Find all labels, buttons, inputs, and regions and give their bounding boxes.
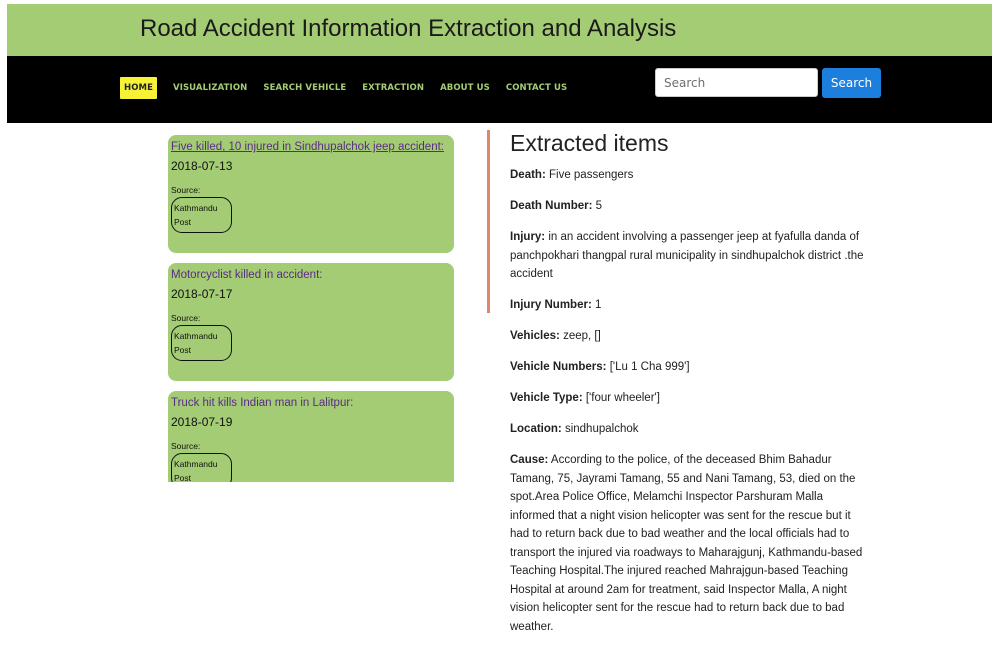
field-vehicles: Vehicles: zeep, [] <box>510 327 870 346</box>
nav-extraction[interactable]: EXTRACTION <box>362 83 424 93</box>
news-date: 2018-07-13 <box>171 159 233 173</box>
field-label: Death: <box>510 169 546 181</box>
field-injury-number: Injury Number: 1 <box>510 296 870 315</box>
section-divider <box>487 130 490 313</box>
field-label: Vehicle Numbers: <box>510 361 607 373</box>
source-line: Post <box>174 345 192 355</box>
field-value: According to the police, of the deceased… <box>510 454 863 633</box>
field-value: sindhupalchok <box>564 423 639 435</box>
nav-links: HOME VISUALIZATION SEARCH VEHICLE EXTRAC… <box>120 77 583 99</box>
field-label: Injury Number: <box>510 299 592 311</box>
field-value: zeep, [] <box>563 330 601 342</box>
source-line: Kathmandu <box>174 203 218 213</box>
news-source-badge: Kathmandu Post <box>171 453 232 482</box>
field-label: Location: <box>510 423 562 435</box>
page-title: Road Accident Information Extraction and… <box>140 15 677 42</box>
field-label: Vehicle Type: <box>510 392 583 404</box>
nav-contact-us[interactable]: CONTACT US <box>506 83 567 93</box>
field-value: Five passengers <box>548 169 634 181</box>
nav-home[interactable]: HOME <box>120 77 158 99</box>
news-title-link[interactable]: Truck hit kills Indian man in Lalitpur: <box>171 397 451 409</box>
field-death: Death: Five passengers <box>510 166 870 185</box>
news-card: Truck hit kills Indian man in Lalitpur: … <box>168 391 454 482</box>
field-label: Injury: <box>510 231 546 243</box>
navbar: HOME VISUALIZATION SEARCH VEHICLE EXTRAC… <box>7 56 992 123</box>
field-value: ['Lu 1 Cha 999'] <box>609 361 690 373</box>
field-value: 5 <box>595 200 603 212</box>
source-line: Kathmandu <box>174 459 218 469</box>
field-label: Cause: <box>510 454 549 466</box>
news-card: Five killed, 10 injured in Sindhupalchok… <box>168 135 454 253</box>
field-death-number: Death Number: 5 <box>510 197 870 216</box>
source-line: Post <box>174 217 192 227</box>
news-source-label: Source: <box>171 313 201 323</box>
header-bar: Road Accident Information Extraction and… <box>7 4 992 56</box>
field-cause: Cause: According to the police, of the d… <box>510 451 870 636</box>
nav-search-vehicle[interactable]: SEARCH VEHICLE <box>263 83 346 93</box>
news-card: Motorcyclist killed in accident: 2018-07… <box>168 263 454 381</box>
news-date: 2018-07-19 <box>171 415 233 429</box>
news-title-link[interactable]: Five killed, 10 injured in Sindhupalchok… <box>171 141 451 153</box>
news-source-label: Source: <box>171 185 201 195</box>
source-line: Post <box>174 473 192 482</box>
field-value: 1 <box>595 299 602 311</box>
news-source-badge: Kathmandu Post <box>171 197 232 233</box>
field-value: ['four wheeler'] <box>585 392 660 404</box>
field-value: in an accident involving a passenger jee… <box>510 231 864 280</box>
nav-about-us[interactable]: ABOUT US <box>440 83 490 93</box>
news-list[interactable]: Five killed, 10 injured in Sindhupalchok… <box>168 135 455 482</box>
field-label: Vehicles: <box>510 330 560 342</box>
news-title-link[interactable]: Motorcyclist killed in accident: <box>171 269 451 281</box>
search-button[interactable]: Search <box>822 68 881 98</box>
field-location: Location: sindhupalchok <box>510 420 870 439</box>
field-vehicle-numbers: Vehicle Numbers: ['Lu 1 Cha 999'] <box>510 358 870 377</box>
news-source-badge: Kathmandu Post <box>171 325 232 361</box>
nav-visualization[interactable]: VISUALIZATION <box>173 83 247 93</box>
search-input[interactable] <box>655 68 818 97</box>
field-injury: Injury: in an accident involving a passe… <box>510 228 870 284</box>
news-source-label: Source: <box>171 441 201 451</box>
extracted-heading: Extracted items <box>510 130 669 156</box>
news-date: 2018-07-17 <box>171 287 233 301</box>
field-vehicle-type: Vehicle Type: ['four wheeler'] <box>510 389 870 408</box>
source-line: Kathmandu <box>174 331 218 341</box>
extracted-panel: Extracted items Death: Five passengers D… <box>510 130 870 649</box>
field-label: Death Number: <box>510 200 593 212</box>
